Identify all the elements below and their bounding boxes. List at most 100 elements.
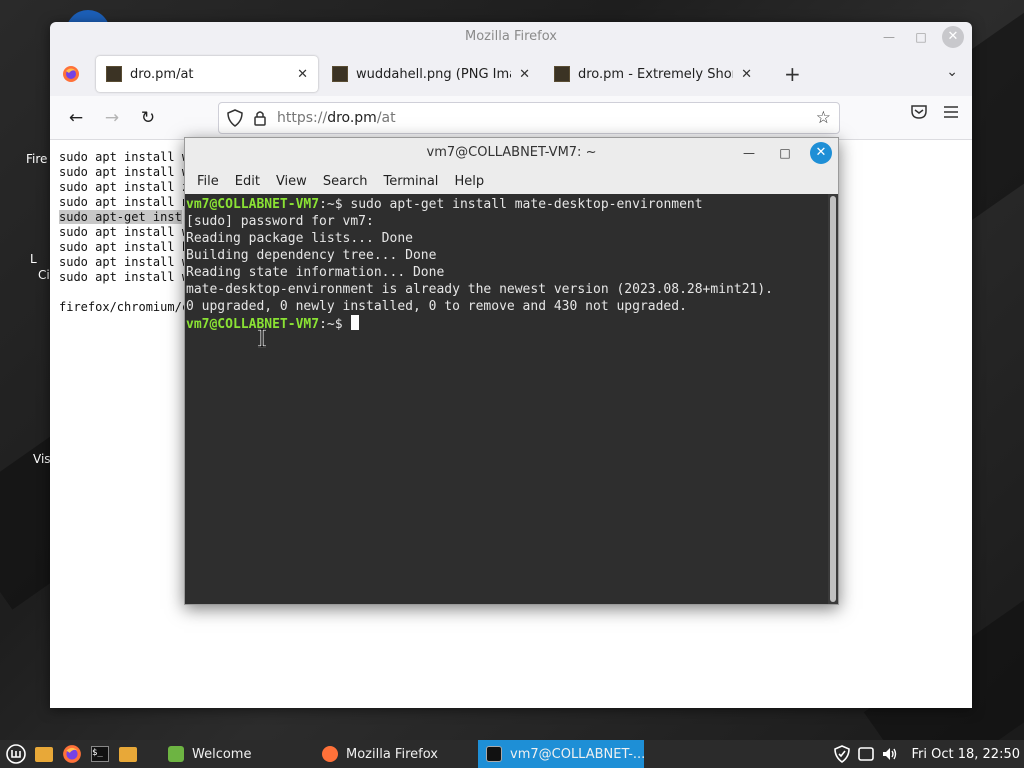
close-tab-icon[interactable]: ✕ (519, 67, 530, 82)
firefox-titlebar[interactable]: Mozilla Firefox — □ ✕ (50, 22, 972, 52)
close-button[interactable]: ✕ (810, 142, 832, 164)
taskbar: $_ Welcome Mozilla Firefox vm7@COLLABNET… (0, 740, 1024, 768)
desktop-icon-label[interactable]: Vis (33, 452, 51, 466)
clock[interactable]: Fri Oct 18, 22:50 (911, 747, 1020, 762)
maximize-button[interactable]: □ (774, 142, 796, 164)
output-line: Building dependency tree... Done (186, 248, 437, 263)
firefox-app-icon (322, 746, 338, 762)
text-cursor (351, 315, 360, 330)
output-line: [sudo] password for vm7: (186, 214, 374, 229)
task-label: vm7@COLLABNET-... (510, 746, 646, 762)
page-text-line: sudo apt-get inst (59, 210, 189, 225)
terminal-menubar: File Edit View Search Terminal Help (185, 168, 838, 194)
prompt-user: vm7@COLLABNET-VM7 (186, 317, 320, 332)
site-favicon-icon (554, 66, 570, 82)
scrollbar-thumb[interactable] (830, 196, 836, 602)
shield-icon[interactable] (833, 745, 851, 763)
task-label: Welcome (192, 746, 252, 762)
ibeam-cursor-icon (258, 328, 266, 348)
command-text: sudo apt-get install mate-desktop-enviro… (342, 197, 703, 212)
page-text-line: firefox/chromium/c (59, 300, 190, 314)
close-tab-icon[interactable]: ✕ (741, 67, 752, 82)
tab-bar: dro.pm/at ✕ wuddahell.png (PNG Image ✕ d… (50, 52, 972, 96)
tab-wuddahell-png[interactable]: wuddahell.png (PNG Image ✕ (322, 56, 540, 92)
close-tab-icon[interactable]: ✕ (297, 67, 308, 82)
page-text-line: sudo apt install z (59, 180, 190, 194)
firefox-launcher-icon[interactable] (60, 743, 84, 765)
taskbar-task-terminal[interactable]: vm7@COLLABNET-... (478, 740, 646, 768)
taskbar-task-welcome[interactable]: Welcome (160, 740, 310, 768)
system-tray: Fri Oct 18, 22:50 (833, 740, 1020, 768)
output-line: Reading package lists... Done (186, 231, 413, 246)
navigation-bar: ← → ↻ https://dro.pm/at ☆ (50, 96, 972, 140)
terminal-scrollbar[interactable] (828, 194, 838, 604)
menu-terminal[interactable]: Terminal (375, 174, 446, 189)
menu-view[interactable]: View (268, 174, 315, 189)
terminal-title: vm7@COLLABNET-VM7: ~ (426, 145, 597, 160)
desktop-icon-label[interactable]: Fire (26, 152, 47, 166)
tab-label: wuddahell.png (PNG Image (356, 66, 511, 82)
tab-dro-pm-at[interactable]: dro.pm/at ✕ (96, 56, 318, 92)
page-text-line: sudo apt install w (59, 165, 190, 179)
terminal-app-icon (486, 746, 502, 762)
minimize-button[interactable]: — (878, 26, 900, 48)
welcome-app-icon (168, 746, 184, 762)
tab-label: dro.pm - Extremely Short Li (578, 66, 733, 82)
page-text-line: sudo apt install w (59, 270, 190, 284)
forward-arrow-icon[interactable]: → (94, 103, 130, 133)
new-tab-icon[interactable]: + (784, 62, 801, 86)
output-line: 0 upgraded, 0 newly installed, 0 to remo… (186, 299, 687, 314)
menu-help[interactable]: Help (446, 174, 492, 189)
mint-menu-icon[interactable] (4, 743, 28, 765)
prompt-user: vm7@COLLABNET-VM7 (186, 197, 320, 212)
selected-text: sudo apt-get inst (59, 210, 182, 224)
firefox-view-icon[interactable] (58, 61, 84, 87)
tracking-shield-icon[interactable] (227, 109, 243, 127)
menu-file[interactable]: File (189, 174, 227, 189)
bookmark-star-icon[interactable]: ☆ (816, 108, 831, 128)
url-protocol: https:// (277, 110, 328, 126)
prompt-path: :~$ (319, 317, 343, 332)
list-all-tabs-chevron-icon[interactable]: ⌄ (946, 64, 958, 80)
window-title: Mozilla Firefox (465, 29, 557, 44)
page-text-line (59, 285, 189, 300)
page-text-lines: sudo apt install w sudo apt install w sudo… (59, 150, 189, 315)
volume-icon[interactable] (881, 745, 899, 763)
pocket-icon[interactable] (910, 103, 928, 121)
terminal-output[interactable]: vm7@COLLABNET-VM7:~$ sudo apt-get instal… (185, 194, 828, 604)
task-label: Mozilla Firefox (346, 746, 438, 762)
terminal-titlebar[interactable]: vm7@COLLABNET-VM7: ~ — □ ✕ (185, 138, 838, 168)
desktop-icon-label[interactable]: Ci (38, 268, 50, 282)
page-text-line: sudo apt install n (59, 195, 190, 209)
site-favicon-icon (332, 66, 348, 82)
folder-launcher-icon[interactable] (116, 743, 140, 765)
back-arrow-icon[interactable]: ← (58, 103, 94, 133)
tab-dro-pm-short-links[interactable]: dro.pm - Extremely Short Li ✕ (544, 56, 762, 92)
lock-icon[interactable] (253, 110, 267, 126)
hamburger-menu-icon[interactable] (942, 103, 960, 121)
output-line: mate-desktop-environment is already the … (186, 282, 773, 297)
menu-search[interactable]: Search (315, 174, 376, 189)
tab-label: dro.pm/at (130, 66, 194, 82)
desktop-icon-label[interactable]: L (30, 252, 37, 266)
url-bar[interactable]: https://dro.pm/at ☆ (218, 102, 840, 134)
page-text-line: sudo apt install w (59, 150, 190, 164)
close-button[interactable]: ✕ (942, 26, 964, 48)
taskbar-task-firefox[interactable]: Mozilla Firefox (314, 740, 474, 768)
terminal-window: vm7@COLLABNET-VM7: ~ — □ ✕ File Edit Vie… (184, 137, 839, 605)
network-icon[interactable] (857, 745, 875, 763)
url-path: /at (376, 110, 396, 126)
page-text-line: sudo apt install h (59, 240, 190, 254)
menu-edit[interactable]: Edit (227, 174, 268, 189)
maximize-button[interactable]: □ (910, 26, 932, 48)
output-line: Reading state information... Done (186, 265, 445, 280)
prompt-path: :~$ (319, 197, 343, 212)
site-favicon-icon (106, 66, 122, 82)
page-text-line: sudo apt install w (59, 255, 190, 269)
files-folder-icon[interactable] (32, 743, 56, 765)
reload-icon[interactable]: ↻ (130, 103, 166, 133)
page-text-line: sudo apt install w (59, 225, 190, 239)
minimize-button[interactable]: — (738, 142, 760, 164)
url-host: dro.pm (327, 110, 377, 126)
terminal-launcher-icon[interactable]: $_ (88, 743, 112, 765)
